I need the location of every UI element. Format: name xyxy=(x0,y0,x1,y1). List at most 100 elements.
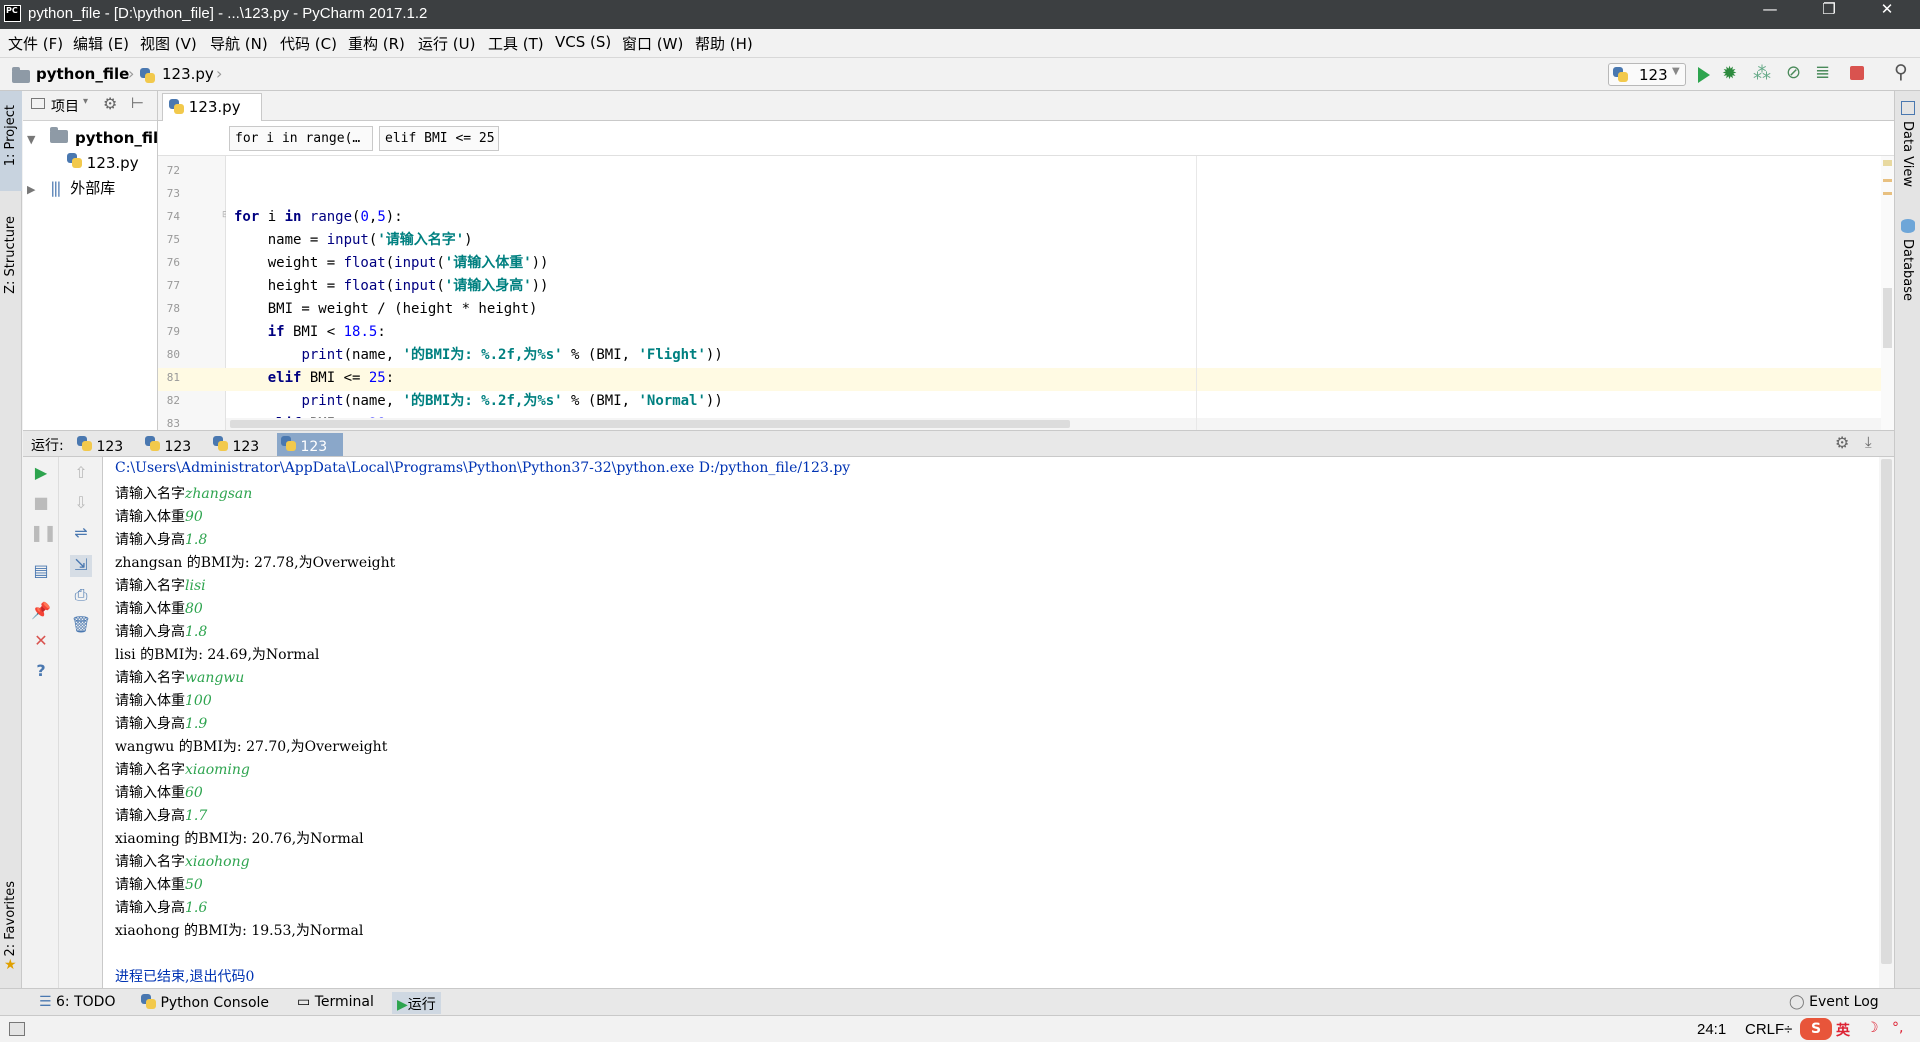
editor-tab-123py[interactable]: 123.py ✕ xyxy=(162,93,262,133)
print-icon[interactable]: ⎙ xyxy=(70,585,92,607)
collapse-icon[interactable]: ⊢ xyxy=(131,94,144,112)
ime-mode-icon[interactable]: 英 xyxy=(1836,1020,1850,1040)
tool-windows-icon[interactable] xyxy=(9,1022,25,1036)
debug-icon[interactable]: ✹ xyxy=(1722,63,1737,84)
code-token: ) xyxy=(464,232,473,248)
breadcrumb-for-loop[interactable]: for i in range(… xyxy=(229,126,373,151)
run-tab-2[interactable]: 123 xyxy=(141,433,207,456)
code-token: for xyxy=(234,209,260,225)
scroll-thumb[interactable] xyxy=(1881,459,1892,964)
expand-arrow-icon[interactable]: ▼ xyxy=(27,133,35,146)
caret-position[interactable]: 24:1 xyxy=(1697,1021,1726,1038)
layout-icon[interactable]: ▤ xyxy=(30,561,52,583)
data-view-tool-tab[interactable]: Data View xyxy=(1900,121,1915,187)
menu-navigate[interactable]: 导航 (N) xyxy=(210,33,268,54)
menu-tools[interactable]: 工具 (T) xyxy=(488,33,544,54)
dropdown-arrow-icon[interactable]: ▾ xyxy=(83,96,88,107)
menu-code[interactable]: 代码 (C) xyxy=(280,33,337,54)
editor-tab-bar: 123.py ✕ xyxy=(158,91,1894,133)
run-tab-1[interactable]: 123 xyxy=(73,433,139,456)
code-editor[interactable]: for i in range(0,5): name = input('请输入名字… xyxy=(226,156,1881,430)
gear-icon[interactable]: ⚙ xyxy=(1835,433,1849,452)
scroll-thumb[interactable] xyxy=(230,420,1070,428)
stop-icon[interactable] xyxy=(1850,66,1864,80)
menu-run[interactable]: 运行 (U) xyxy=(418,33,475,54)
tree-item-file[interactable]: 123.py xyxy=(67,153,139,175)
minimize-button[interactable]: — xyxy=(1741,0,1799,29)
scroll-to-end-icon[interactable]: ⇲ xyxy=(70,555,92,577)
run-panel-header: 运行: 123 123 123 123 ⚙ ⤓ xyxy=(23,430,1894,457)
todo-label: 6: TODO xyxy=(56,994,116,1010)
pause-icon[interactable]: ❚❚ xyxy=(30,523,57,545)
rerun-icon[interactable]: ≣ xyxy=(1815,62,1830,83)
code-token: weight = xyxy=(234,255,344,271)
expand-arrow-icon[interactable]: ▶ xyxy=(27,183,35,196)
tree-item-external[interactable]: ▶ ||| 外部库 xyxy=(27,177,115,199)
editor-scrollbar[interactable] xyxy=(1881,156,1894,430)
code-token: BMI <= xyxy=(301,370,369,386)
rerun-icon[interactable]: ▶ xyxy=(30,463,52,485)
python-icon xyxy=(213,436,228,451)
up-arrow-icon[interactable]: ⇧ xyxy=(70,463,92,485)
nav-project[interactable]: python_file xyxy=(36,65,129,83)
menu-help[interactable]: 帮助 (H) xyxy=(695,33,753,54)
code-token: : xyxy=(377,324,386,340)
run-console[interactable]: C:\Users\Administrator\AppData\Local\Pro… xyxy=(103,457,1879,988)
terminal-tab[interactable]: ▭ Terminal xyxy=(292,992,379,1014)
line-number: 81 xyxy=(166,371,180,384)
menu-file[interactable]: 文件 (F) xyxy=(8,33,63,54)
stop-icon[interactable]: ■ xyxy=(30,493,52,515)
run-tab-3[interactable]: 123 xyxy=(209,433,275,456)
structure-tool-tab[interactable]: Z: Structure xyxy=(3,216,18,294)
menu-refactor[interactable]: 重构 (R) xyxy=(348,33,405,54)
horizontal-scrollbar[interactable] xyxy=(226,418,1881,430)
nav-file[interactable]: 123.py xyxy=(162,65,214,83)
help-icon[interactable]: ? xyxy=(30,661,52,683)
ime-moon-icon[interactable]: ☽ xyxy=(1866,1020,1879,1036)
console-exit-line: 进程已结束,退出代码0 xyxy=(115,969,255,985)
down-arrow-icon[interactable]: ⇩ xyxy=(70,493,92,515)
menu-edit[interactable]: 编辑 (E) xyxy=(73,33,129,54)
run-icon: ▶ xyxy=(397,997,408,1013)
view-mode-icon[interactable] xyxy=(31,98,45,109)
run-icon[interactable] xyxy=(1698,67,1710,83)
breadcrumb-elif[interactable]: elif BMI <= 25 xyxy=(379,126,499,151)
profile-icon[interactable]: ⊘ xyxy=(1786,62,1801,83)
project-tool-tab[interactable]: 1: Project xyxy=(3,105,18,166)
title-bar: PC python_file - [D:\python_file] - ...\… xyxy=(0,0,1920,29)
library-icon: ||| xyxy=(50,179,61,197)
console-line: 请输入体重50 xyxy=(115,877,203,893)
line-separator[interactable]: CRLF÷ xyxy=(1745,1021,1792,1038)
python-console-tab[interactable]: Python Console xyxy=(136,992,274,1014)
dropdown-arrow-icon: ▼ xyxy=(1672,66,1680,77)
run-tab-4[interactable]: 123 xyxy=(277,433,343,456)
todo-tab[interactable]: ☰ 6: TODO xyxy=(34,992,120,1014)
trash-icon[interactable]: 🗑 xyxy=(70,615,92,637)
run-config-selector[interactable]: 123 ▼ xyxy=(1608,63,1686,86)
close-icon[interactable]: ✕ xyxy=(30,631,52,653)
hide-panel-icon[interactable]: ⤓ xyxy=(1865,433,1872,451)
favorites-tool-tab[interactable]: 2: Favorites xyxy=(3,881,18,957)
restore-button[interactable]: ❐ xyxy=(1800,0,1858,29)
event-log-tab[interactable]: ◯ Event Log xyxy=(1784,992,1884,1014)
close-button[interactable]: ✕ xyxy=(1858,0,1916,29)
code-token: 5 xyxy=(377,209,386,225)
tree-item-root[interactable]: ▼ python_file xyxy=(27,127,168,151)
folder-icon xyxy=(50,127,69,143)
menu-window[interactable]: 窗口 (W) xyxy=(622,33,683,54)
menu-vcs[interactable]: VCS (S) xyxy=(555,33,611,51)
soft-wrap-icon[interactable]: ⇌ xyxy=(70,523,92,545)
scroll-thumb[interactable] xyxy=(1883,288,1892,348)
project-view-label[interactable]: 项目 xyxy=(51,96,79,116)
run-tool-tab[interactable]: ▶运行 xyxy=(392,992,441,1014)
pin-icon[interactable]: 📌 xyxy=(30,601,52,623)
coverage-icon[interactable]: ⁂ xyxy=(1753,63,1771,84)
menu-view[interactable]: 视图 (V) xyxy=(140,33,197,54)
ime-punct-icon[interactable]: °, xyxy=(1892,1020,1903,1036)
search-icon[interactable]: ⚲ xyxy=(1894,61,1908,83)
gear-icon[interactable]: ⚙ xyxy=(103,94,117,113)
database-tool-tab[interactable]: Database xyxy=(1900,239,1915,301)
console-scrollbar[interactable] xyxy=(1879,457,1894,988)
console-line: 请输入体重80 xyxy=(115,601,203,617)
